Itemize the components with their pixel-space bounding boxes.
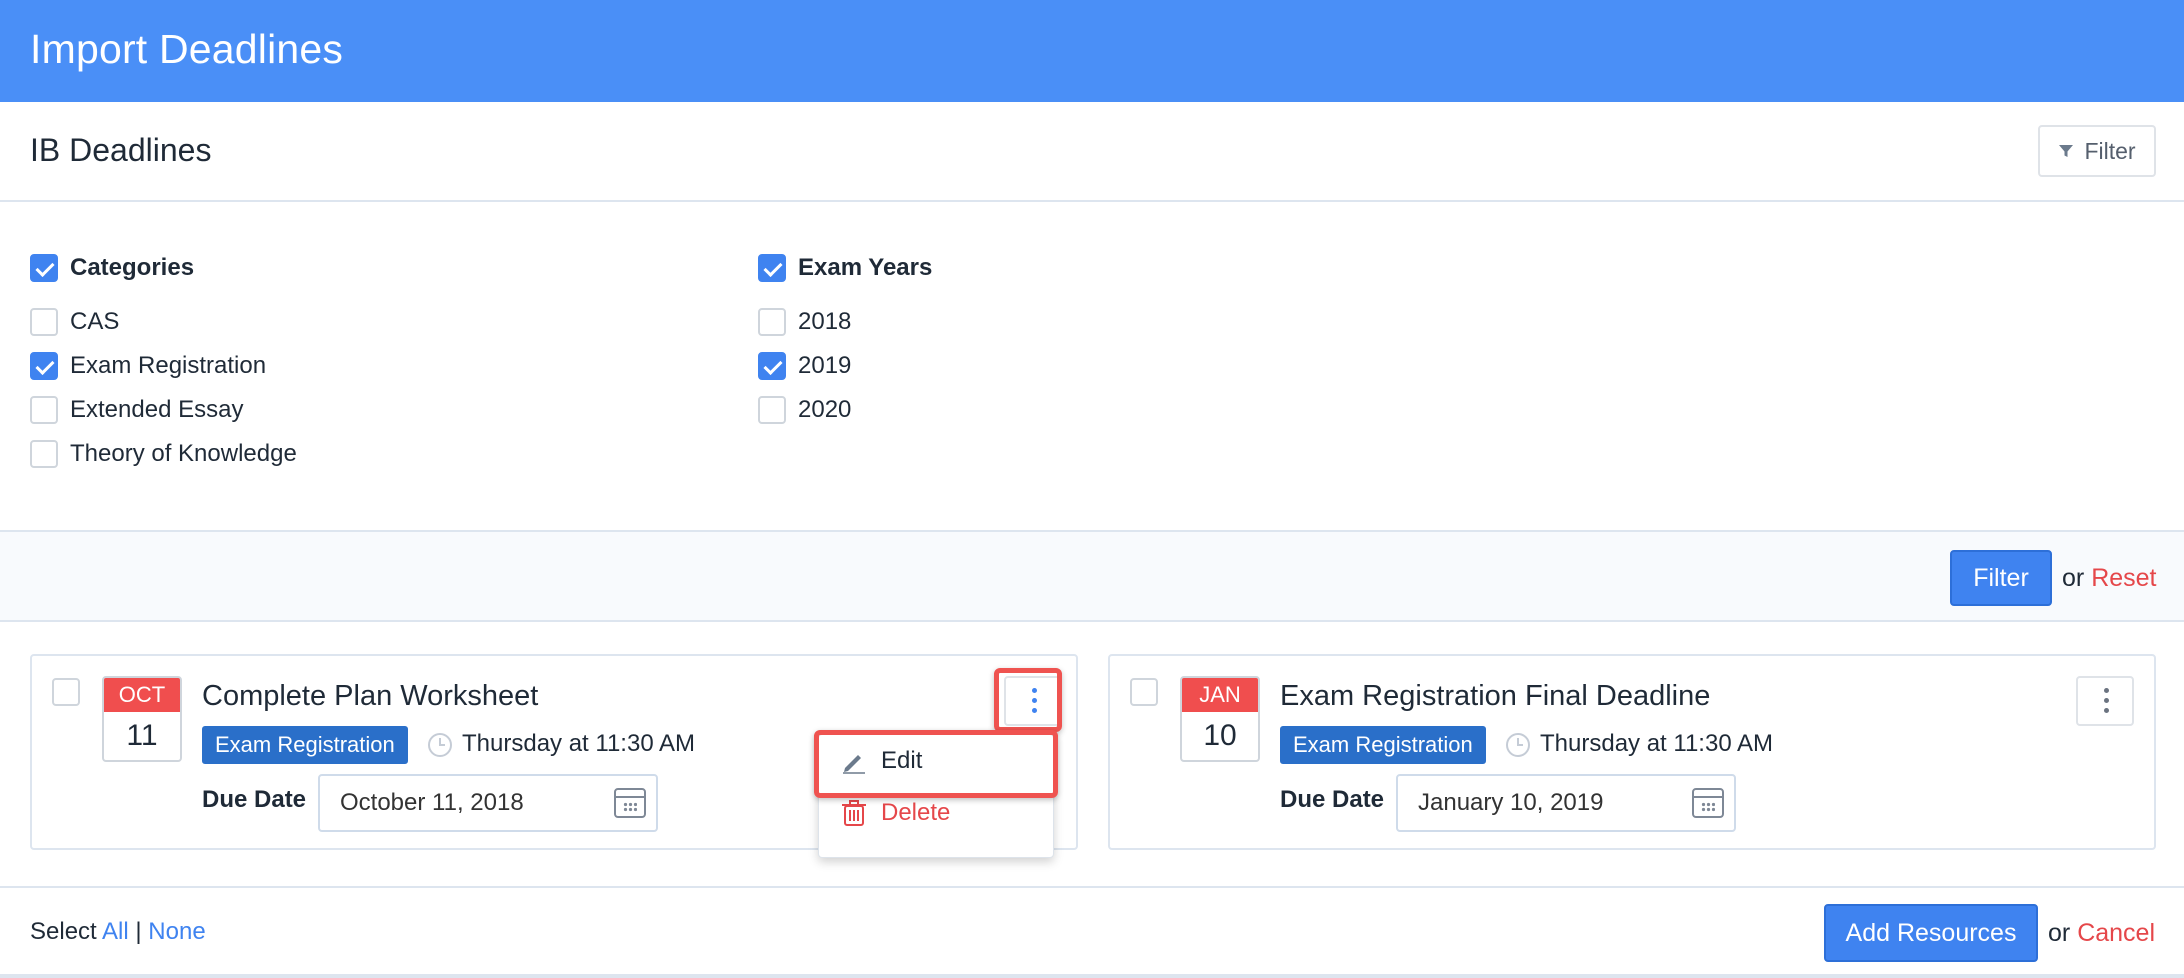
bottom-divider bbox=[0, 974, 2184, 978]
deadline-card: JAN 10 Exam Registration Final Deadline … bbox=[1108, 654, 2156, 850]
due-date-label: Due Date bbox=[1280, 786, 1385, 813]
exam-years-label: Exam Years bbox=[798, 254, 933, 281]
category-checkbox-theory-of-knowledge[interactable] bbox=[30, 440, 58, 468]
edit-item-highlight bbox=[814, 730, 1058, 798]
year-checkbox-2019[interactable] bbox=[758, 352, 786, 380]
due-date-input[interactable]: October 11, 2018 bbox=[318, 774, 658, 832]
cancel-link[interactable]: Cancel bbox=[2077, 919, 2155, 947]
section-title: IB Deadlines bbox=[30, 132, 212, 168]
calendar-icon[interactable] bbox=[614, 788, 646, 818]
category-label-cas: CAS bbox=[70, 308, 120, 335]
clock-icon bbox=[1506, 733, 1530, 757]
footer-bar: Select All | None Add Resources or Cance… bbox=[0, 886, 2184, 978]
or-word: or bbox=[2048, 919, 2071, 947]
select-text: Select bbox=[30, 918, 97, 945]
add-resources-button[interactable]: Add Resources bbox=[1824, 904, 2038, 962]
filter-toggle-label: Filter bbox=[2084, 137, 2136, 164]
or-word: or bbox=[2062, 564, 2085, 592]
trash-icon bbox=[842, 800, 866, 826]
deadline-checkbox[interactable] bbox=[1130, 678, 1158, 706]
deadline-title: Complete Plan Worksheet bbox=[202, 680, 539, 712]
card-menu-button[interactable] bbox=[2076, 676, 2134, 726]
select-all-link[interactable]: All bbox=[102, 918, 129, 945]
reset-link[interactable]: Reset bbox=[2091, 564, 2156, 592]
category-badge: Exam Registration bbox=[1280, 726, 1486, 764]
filter-action-bar: Filter or Reset bbox=[0, 530, 2184, 622]
year-label-2018: 2018 bbox=[798, 308, 852, 335]
category-label-extended-essay: Extended Essay bbox=[70, 396, 244, 423]
year-checkbox-2020[interactable] bbox=[758, 396, 786, 424]
app-header: Import Deadlines bbox=[0, 0, 2184, 102]
menu-button-highlight bbox=[994, 668, 1062, 732]
menu-item-delete[interactable]: Delete bbox=[841, 799, 950, 827]
categories-label: Categories bbox=[70, 254, 195, 281]
year-checkbox-2018[interactable] bbox=[758, 308, 786, 336]
calendar-month: OCT bbox=[104, 678, 180, 712]
select-separator: | bbox=[135, 918, 142, 945]
filter-panel: Categories CAS Exam Registration Extende… bbox=[0, 204, 2184, 530]
calendar-icon[interactable] bbox=[1692, 788, 1724, 818]
select-controls: Select All | None bbox=[30, 918, 206, 946]
app-title: Import Deadlines bbox=[30, 26, 344, 72]
calendar-month: JAN bbox=[1182, 678, 1258, 712]
deadline-title: Exam Registration Final Deadline bbox=[1280, 680, 1711, 712]
category-checkbox-cas[interactable] bbox=[30, 308, 58, 336]
due-date-label: Due Date bbox=[202, 786, 307, 813]
category-label-exam-registration: Exam Registration bbox=[70, 352, 267, 379]
menu-item-delete-label: Delete bbox=[881, 799, 951, 826]
calendar-day: 11 bbox=[126, 719, 158, 752]
calendar-date: OCT 11 bbox=[102, 676, 182, 762]
deadline-time: Thursday at 11:30 AM bbox=[462, 730, 696, 757]
clock-icon bbox=[428, 733, 452, 757]
calendar-day: 10 bbox=[1203, 719, 1237, 752]
exam-years-checkbox[interactable] bbox=[758, 254, 786, 282]
due-date-input[interactable]: January 10, 2019 bbox=[1396, 774, 1736, 832]
category-badge: Exam Registration bbox=[202, 726, 408, 764]
category-checkbox-extended-essay[interactable] bbox=[30, 396, 58, 424]
filter-toggle-button[interactable]: Filter bbox=[2038, 125, 2156, 177]
due-date-value: October 11, 2018 bbox=[340, 789, 524, 816]
apply-filter-button[interactable]: Filter bbox=[1950, 550, 2052, 606]
due-date-value: January 10, 2019 bbox=[1418, 789, 1604, 816]
select-none-link[interactable]: None bbox=[148, 918, 205, 945]
cancel-group: or Cancel bbox=[2048, 919, 2155, 948]
year-label-2020: 2020 bbox=[798, 396, 852, 423]
category-checkbox-exam-registration[interactable] bbox=[30, 352, 58, 380]
year-label-2019: 2019 bbox=[798, 352, 852, 379]
deadline-time: Thursday at 11:30 AM bbox=[1540, 730, 1774, 757]
deadline-checkbox[interactable] bbox=[52, 678, 80, 706]
deadline-list: OCT 11 Complete Plan Worksheet Exam Regi… bbox=[0, 622, 2184, 886]
calendar-date: JAN 10 bbox=[1180, 676, 1260, 762]
category-label-theory-of-knowledge: Theory of Knowledge bbox=[70, 440, 297, 467]
funnel-icon bbox=[2059, 145, 2074, 157]
section-header: IB Deadlines Filter bbox=[0, 102, 2184, 202]
categories-checkbox[interactable] bbox=[30, 254, 58, 282]
or-text: or Reset bbox=[2062, 564, 2157, 593]
